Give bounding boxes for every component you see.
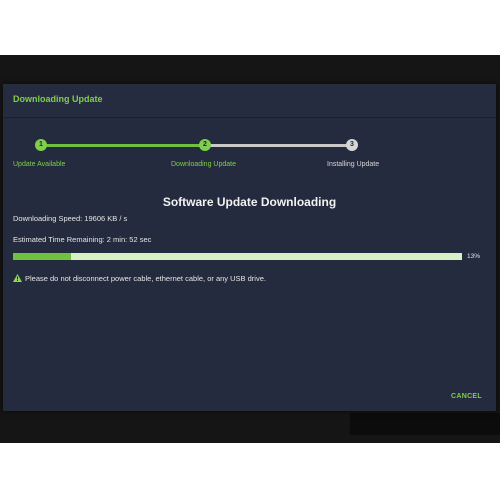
step-2-indicator: 2 (199, 139, 211, 151)
content-heading: Software Update Downloading (162, 195, 337, 209)
cancel-button[interactable]: CANCEL (451, 393, 482, 400)
download-progress-fill (13, 253, 72, 260)
stepper-line-complete (45, 144, 203, 147)
step-1-label: Update Available (13, 161, 66, 168)
background-panel (350, 413, 500, 435)
warning-message: Please do not disconnect power cable, et… (13, 274, 266, 284)
step-2-label: Downloading Update (171, 161, 236, 168)
update-dialog: Downloading Update 1 2 3 Update Availabl… (3, 84, 496, 411)
step-3-indicator: 3 (346, 139, 358, 151)
download-speed-text: Downloading Speed: 19606 KB / s (13, 214, 128, 223)
download-progress-bar (13, 253, 462, 260)
warning-text: Please do not disconnect power cable, et… (25, 274, 266, 283)
warning-triangle-icon (13, 274, 22, 284)
step-3-label: Installing Update (327, 161, 380, 168)
dialog-header: Downloading Update (3, 84, 496, 118)
dialog-title: Downloading Update (13, 94, 103, 104)
stepper-line-pending (209, 144, 349, 147)
progress-percent-label: 13% (467, 253, 481, 260)
update-stepper: 1 2 3 Update Available Downloading Updat… (3, 139, 496, 179)
time-remaining-text: Estimated Time Remaining: 2 min: 52 sec (13, 235, 152, 244)
step-1-indicator: 1 (35, 139, 47, 151)
